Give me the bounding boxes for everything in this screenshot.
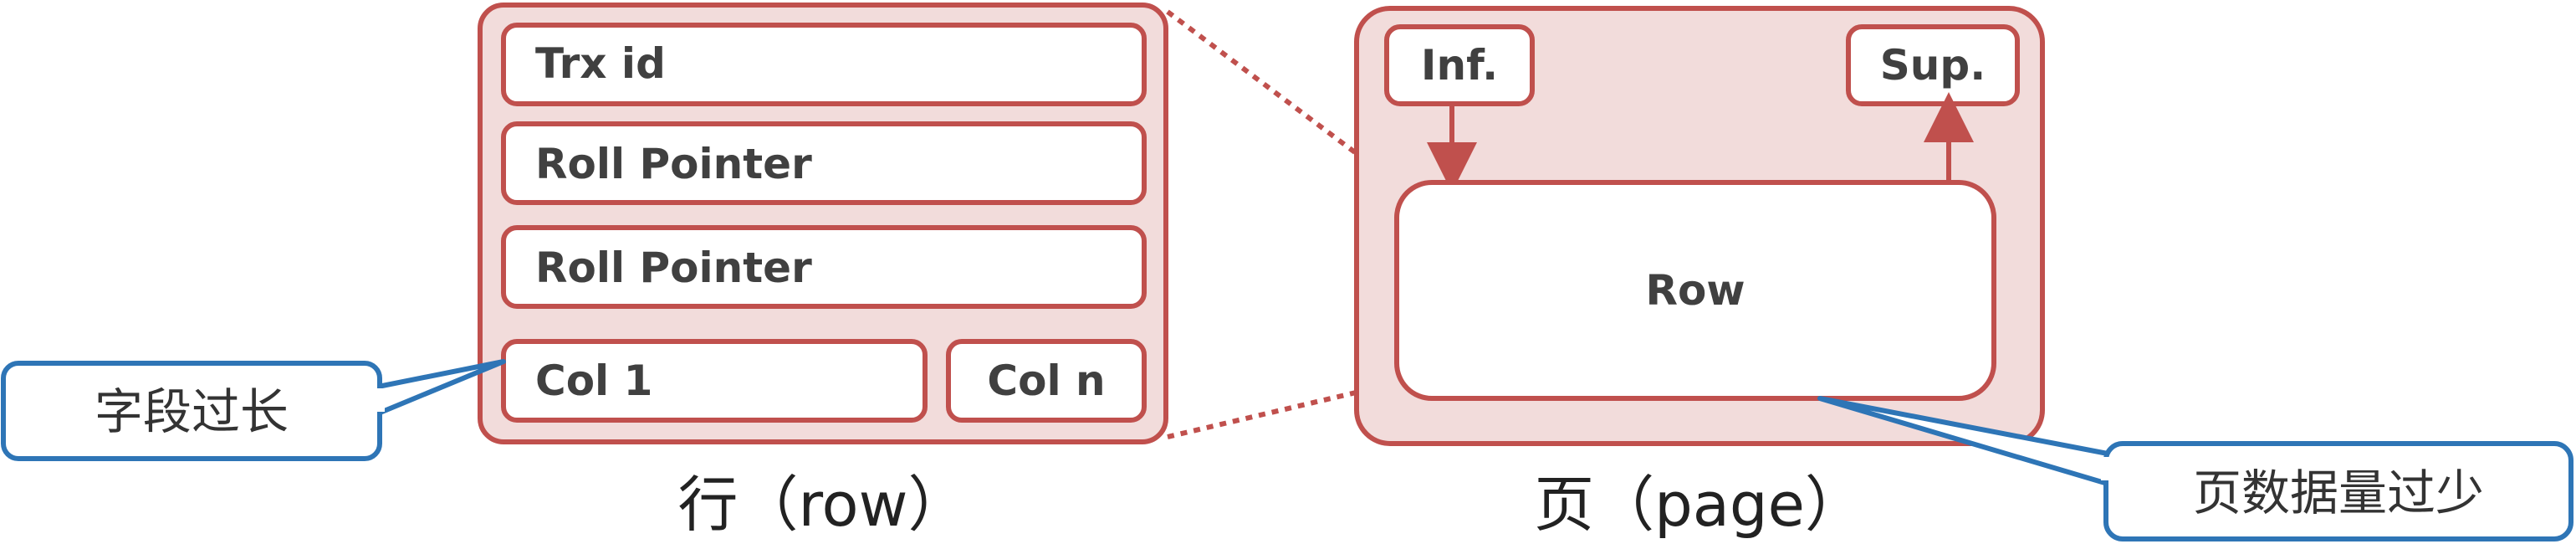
row-field-col-1: Col 1: [501, 339, 928, 423]
col-n-label: Col n: [987, 357, 1105, 405]
infimum-label: Inf.: [1421, 41, 1498, 90]
callout-page-data-too-little: 页数据量过少: [1817, 396, 2573, 541]
callout-field-too-long-text: 字段过长: [95, 383, 289, 440]
roll-pointer-1-label: Roll Pointer: [535, 140, 812, 188]
roll-pointer-2-label: Roll Pointer: [535, 244, 812, 292]
row-caption: 行（row）: [678, 470, 969, 540]
row-field-col-n: Col n: [946, 339, 1147, 423]
row-field-roll-pointer-2: Roll Pointer: [501, 225, 1147, 309]
row-field-trx-id: Trx id: [501, 23, 1147, 106]
trx-id-label: Trx id: [535, 39, 666, 88]
row-page-diagram: Trx id Roll Pointer Roll Pointer Col 1 C…: [1, 3, 2573, 541]
page-row-label: Row: [1645, 266, 1745, 315]
callout-page-data-text: 页数据量过少: [2193, 464, 2484, 521]
col-1-label: Col 1: [535, 357, 652, 405]
row-field-roll-pointer-1: Roll Pointer: [501, 121, 1147, 205]
callout-field-too-long: 字段过长: [1, 359, 506, 461]
page-row-box: Row: [1394, 180, 1996, 401]
supremum-label: Sup.: [1880, 41, 1986, 90]
page-infimum: Inf.: [1384, 24, 1535, 106]
page-supremum: Sup.: [1846, 24, 2020, 106]
page-caption: 页（page）: [1534, 470, 1865, 540]
